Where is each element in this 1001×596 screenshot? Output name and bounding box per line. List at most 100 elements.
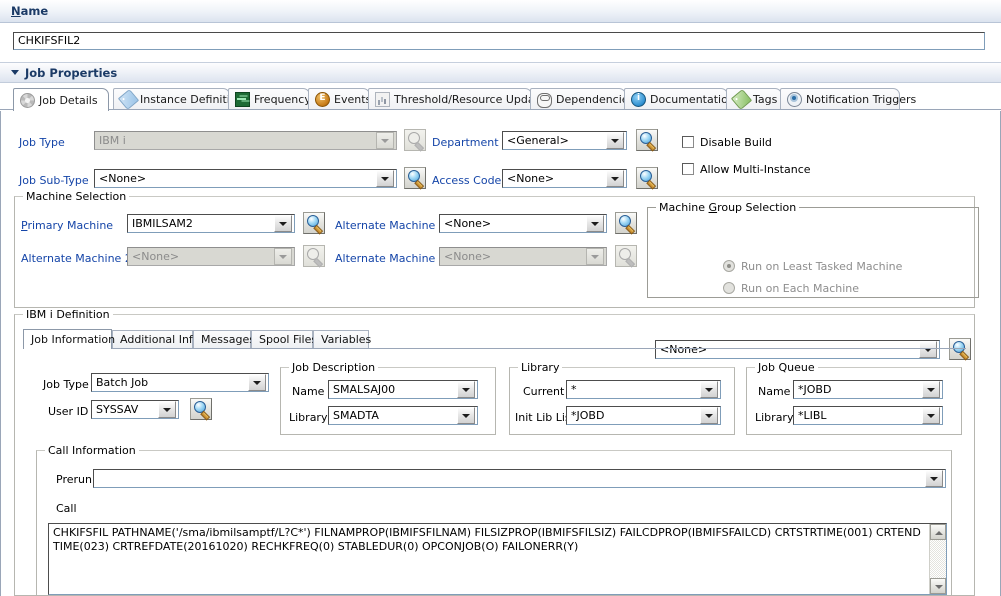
access-code-search-button[interactable] [636,167,658,190]
library-init-lib-list-combo[interactable]: *JOBD [566,406,721,425]
access-code-combo[interactable]: <None> [502,169,627,188]
department-search-button[interactable] [636,129,658,152]
inner-tab-job-information[interactable]: Job Information [23,329,115,349]
chevron-down-icon[interactable] [586,215,604,232]
tab-label: Documentation [650,92,735,106]
search-icon-handle [625,224,636,235]
inner-tab-spool-files[interactable]: Spool Files [251,330,317,348]
library-current-value: * [571,383,577,396]
alternate-machine-3-search-button [615,245,637,268]
inner-tab-variables[interactable]: Variables [313,330,371,348]
chevron-down-icon[interactable] [376,132,394,149]
tab-frequency[interactable]: Frequency [228,88,311,109]
scroll-up-icon[interactable] [930,524,946,540]
job-queue-name-combo[interactable]: *JOBD [793,380,943,399]
job-queue-name-value: *JOBD [798,383,832,396]
chevron-down-icon[interactable] [925,470,943,487]
chevron-down-icon[interactable] [586,248,604,265]
job-sub-type-value: <None> [99,172,147,185]
library-current-combo[interactable]: * [566,380,721,399]
chevron-down-icon[interactable] [376,170,394,187]
collapse-triangle-icon[interactable] [11,70,19,75]
primary-machine-search-button[interactable] [303,212,325,235]
alternate-machine-1-combo[interactable]: <None> [439,214,607,233]
chevron-down-icon[interactable] [922,381,940,398]
alternate-machine-1-search-button[interactable] [615,212,637,235]
tab-events[interactable]: E Events [308,88,371,109]
inner-tab-additional-info[interactable]: Additional Info [112,330,200,348]
tab-dependencies[interactable]: Dependencies [530,88,634,109]
radio-run-each-machine[interactable] [723,282,735,294]
disable-build-checkbox[interactable] [682,136,694,148]
tab-label: Dependencies [556,92,635,106]
tab-tags[interactable]: Tags [726,88,782,110]
chevron-down-icon[interactable] [274,248,292,265]
alternate-machine-3-label: Alternate Machine 3 [335,252,446,265]
inner-tab-label: Additional Info [120,333,200,346]
tab-label: Threshold/Resource Update [394,92,546,106]
tab-label: Frequency [254,92,311,106]
allow-multi-instance-checkbox[interactable] [682,163,694,175]
ibmi-user-id-combo[interactable]: SYSSAV [91,400,179,419]
job-sub-type-search-button[interactable] [404,167,426,190]
chevron-down-icon[interactable] [158,401,176,418]
alternate-machine-3-combo[interactable]: <None> [439,247,607,266]
job-queue-library-label: Library [755,411,794,424]
chevron-down-icon[interactable] [248,374,266,391]
radio-run-each-machine-label: Run on Each Machine [741,282,860,295]
search-icon-handle [646,179,657,190]
threshold-icon [375,91,390,107]
events-icon: E [315,91,330,107]
tab-label: Notification Triggers [806,92,917,106]
ibmi-definition-title: IBM i Definition [23,308,113,321]
documentation-icon: i [631,91,646,107]
tab-notification-triggers[interactable]: Notification Triggers [780,88,916,109]
disable-build-label: Disable Build [700,136,772,149]
chevron-down-icon[interactable] [606,170,624,187]
allow-multi-instance-label: Allow Multi-Instance [700,163,811,176]
chevron-down-icon[interactable] [606,132,624,149]
department-combo[interactable]: <General> [502,131,627,150]
tab-documentation[interactable]: i Documentation [624,88,735,109]
inner-tab-label: Messages [201,333,255,346]
radio-run-least-tasked[interactable] [723,260,735,272]
call-vertical-scrollbar[interactable] [929,524,946,594]
prerun-combo[interactable] [93,469,946,488]
search-icon-handle [414,141,425,152]
primary-machine-combo[interactable]: IBMILSAM2 [127,214,295,233]
tab-instance-definition[interactable]: Instance Definition [113,88,244,110]
tab-threshold-resource-update[interactable]: Threshold/Resource Update [368,88,546,109]
alternate-machine-2-search-button [303,245,325,268]
job-queue-name-label: Name [758,385,791,398]
job-queue-library-combo[interactable]: *LIBL [793,406,943,425]
chevron-down-icon[interactable] [274,215,292,232]
machine-selection-title: Machine Selection [23,190,130,203]
call-textarea[interactable]: CHKIFSFIL PATHNAME('/sma/ibmilsamptf/L?C… [48,523,947,595]
job-properties-title: Job Properties [25,66,118,80]
alternate-machine-2-label: Alternate Machine 2 [21,252,132,265]
job-description-library-combo[interactable]: SMADTA [328,406,478,425]
job-properties-header[interactable]: Job Properties [0,62,1001,83]
tab-job-details[interactable]: Job Details [13,88,109,111]
job-properties-window: Name Job Properties Job Details Instance… [0,0,1001,596]
chevron-down-icon[interactable] [922,407,940,424]
tab-label: Job Details [39,93,98,107]
alternate-machine-2-combo[interactable]: <None> [127,247,295,266]
job-sub-type-combo[interactable]: <None> [94,169,397,188]
call-label: Call [56,502,77,515]
chevron-down-icon[interactable] [700,381,718,398]
inner-tab-label: Spool Files [259,333,318,346]
job-description-name-combo[interactable]: SMALSAJ00 [328,380,478,399]
chevron-down-icon[interactable] [457,407,475,424]
tabstrip-baseline [0,109,1001,110]
ibmi-job-type-combo[interactable]: Batch Job [91,373,269,392]
access-code-label: Access Code [432,174,502,187]
inner-tabstrip-baseline [23,348,966,349]
chevron-down-icon[interactable] [457,381,475,398]
inner-tab-messages[interactable]: Messages [193,330,255,348]
job-name-input[interactable] [13,32,985,50]
scroll-down-icon[interactable] [930,578,946,594]
user-id-search-button[interactable] [190,398,212,421]
job-type-combo[interactable]: IBM i [94,131,397,150]
chevron-down-icon[interactable] [700,407,718,424]
